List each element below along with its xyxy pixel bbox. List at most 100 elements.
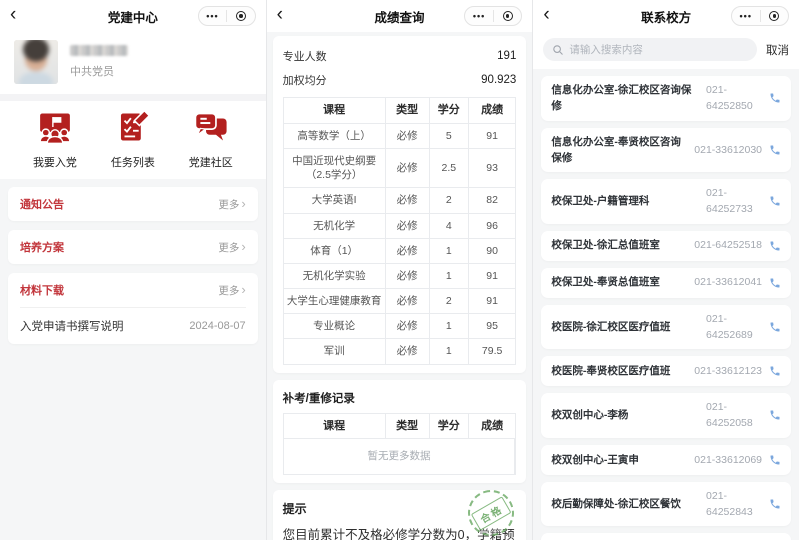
column-header: 学分 <box>430 98 469 124</box>
more-link[interactable]: 更多› <box>218 240 245 255</box>
more-link[interactable]: 更多› <box>218 283 245 298</box>
more-dots-icon[interactable]: ••• <box>732 12 760 21</box>
course-cell: 2 <box>430 188 469 213</box>
course-cell: 91 <box>469 289 515 314</box>
phone-icon[interactable] <box>769 92 781 104</box>
contact-name: 校保卫处-徐汇总值班室 <box>551 237 694 253</box>
course-cell: 必修 <box>386 124 430 149</box>
exit-target-icon[interactable] <box>761 11 789 21</box>
phone-icon[interactable] <box>769 365 781 377</box>
chevron-right-icon: › <box>241 240 245 253</box>
stat-value: 90.923 <box>481 74 516 86</box>
training-plan-card: 培养方案 更多› <box>8 230 258 264</box>
exit-target-icon[interactable] <box>494 11 522 21</box>
column-header: 成绩 <box>469 98 515 124</box>
section-title: 培养方案 <box>20 239 64 255</box>
contact-name: 校医院-徐汇校区医疗值班 <box>551 319 706 335</box>
course-cell: 必修 <box>386 214 430 239</box>
grades-header: ‹ 成绩查询 ••• <box>267 0 533 32</box>
phone-icon[interactable] <box>769 277 781 289</box>
phone-icon[interactable] <box>769 144 781 156</box>
course-cell: 5 <box>430 124 469 149</box>
shortcut-label: 任务列表 <box>111 154 155 170</box>
stat-row: 专业人数 191 <box>283 44 517 68</box>
course-cell: 必修 <box>386 289 430 314</box>
contact-name: 校后勤保障处-徐汇校区餐饮 <box>551 496 706 512</box>
course-cell: 2 <box>430 289 469 314</box>
phone-icon[interactable] <box>769 240 781 252</box>
panel-contact-school: ‹ 联系校方 ••• 取消 信息化办公室-徐汇校区咨询保修021-6425285… <box>532 0 799 540</box>
column-header: 课程 <box>284 98 386 124</box>
contact-card[interactable]: 校后勤保障处-徐汇校区餐饮021-64252843 <box>541 482 791 527</box>
course-cell: 1 <box>430 339 469 363</box>
miniprogram-capsule: ••• <box>198 6 256 26</box>
contact-card[interactable]: 校双创中心-李杨021-64252058 <box>541 393 791 438</box>
shortcut-task-list[interactable]: 任务列表 <box>111 110 155 170</box>
shortcut-party-community[interactable]: 党建社区 <box>189 110 233 170</box>
contact-phone: 021-64252689 <box>706 311 762 344</box>
contact-phone: 021-33612041 <box>694 274 762 290</box>
contact-card[interactable]: 校医院-奉贤校区医疗值班021-33612123 <box>541 356 791 386</box>
contact-card[interactable]: 信息化办公室-奉贤校区咨询保修021-33612030 <box>541 128 791 173</box>
exit-target-icon[interactable] <box>227 11 255 21</box>
course-cell: 2.5 <box>430 149 469 188</box>
party-header: ‹ 党建中心 ••• <box>0 0 266 32</box>
warning-notice-card: 提示 您目前累计不及格必修学分数为0，学籍预警状态为正常。 合格 <box>273 490 527 540</box>
contact-phone: 021-64252850 <box>706 82 762 115</box>
avatar <box>14 40 58 84</box>
course-cell: 95 <box>469 314 515 339</box>
contact-name: 校双创中心-李杨 <box>551 407 706 423</box>
miniprogram-capsule: ••• <box>731 6 789 26</box>
contact-name: 校保卫处-户籍管理科 <box>551 193 706 209</box>
download-item-date: 2024-08-07 <box>189 320 245 332</box>
contact-phone: 021-64252058 <box>706 399 762 432</box>
course-cell: 4 <box>430 214 469 239</box>
column-header: 学分 <box>430 414 469 440</box>
cancel-button[interactable]: 取消 <box>766 42 789 58</box>
contact-phone: 021-64252733 <box>706 185 762 218</box>
contact-card[interactable]: 校保卫处-户籍管理科021-64252733 <box>541 179 791 224</box>
more-dots-icon[interactable]: ••• <box>199 12 227 21</box>
course-cell: 1 <box>430 264 469 289</box>
download-item[interactable]: 入党申请书撰写说明 2024-08-07 <box>20 307 246 344</box>
phone-icon[interactable] <box>769 498 781 510</box>
grades-summary-card: 专业人数 191 加权均分 90.923 课程 类型 学分 成绩 高等数学（上）… <box>273 36 527 373</box>
shortcut-row: 我要入党 任务列表 <box>0 101 266 179</box>
more-link[interactable]: 更多› <box>218 197 245 212</box>
shortcut-label: 我要入党 <box>33 154 77 170</box>
chat-bubbles-icon <box>194 110 228 149</box>
course-cell: 大学生心理健康教育 <box>284 289 386 314</box>
course-cell: 军训 <box>284 339 386 363</box>
course-cell: 1 <box>430 239 469 264</box>
more-dots-icon[interactable]: ••• <box>465 12 493 21</box>
shortcut-join-party[interactable]: 我要入党 <box>33 110 77 170</box>
phone-icon[interactable] <box>769 195 781 207</box>
search-input[interactable] <box>569 44 748 56</box>
phone-icon[interactable] <box>769 454 781 466</box>
search-pill[interactable] <box>543 38 757 61</box>
shortcut-label: 党建社区 <box>189 154 233 170</box>
contact-card[interactable]: 校医院-徐汇校区医疗值班021-64252689 <box>541 305 791 350</box>
contact-card[interactable]: 校双创中心-王寅申021-33612069 <box>541 445 791 475</box>
contact-phone: 021-33612030 <box>694 142 762 158</box>
contact-card[interactable]: 校后勤保障处-学生公寓管理中心（徐汇）021-64252555 <box>541 533 791 540</box>
contact-list: 信息化办公室-徐汇校区咨询保修021-64252850 信息化办公室-奉贤校区咨询… <box>533 69 799 540</box>
section-title: 通知公告 <box>20 196 64 212</box>
contact-card[interactable]: 校保卫处-徐汇总值班室021-64252518 <box>541 231 791 261</box>
stat-label: 专业人数 <box>283 48 327 64</box>
course-cell: 必修 <box>386 188 430 213</box>
course-cell: 中国近现代史纲要（2.5学分） <box>284 149 386 188</box>
course-cell: 必修 <box>386 239 430 264</box>
contact-card[interactable]: 信息化办公室-徐汇校区咨询保修021-64252850 <box>541 76 791 121</box>
retake-table: 课程 类型 学分 成绩 暂无更多数据 <box>283 413 517 475</box>
stat-label: 加权均分 <box>283 72 327 88</box>
contact-card[interactable]: 校保卫处-奉贤总值班室021-33612041 <box>541 268 791 298</box>
course-cell: 大学英语I <box>284 188 386 213</box>
user-profile: 中共党员 <box>0 32 266 94</box>
course-cell: 必修 <box>386 149 430 188</box>
phone-icon[interactable] <box>769 321 781 333</box>
course-cell: 必修 <box>386 314 430 339</box>
course-cell: 高等数学（上） <box>284 124 386 149</box>
phone-icon[interactable] <box>769 409 781 421</box>
party-role-label: 中共党员 <box>70 63 128 79</box>
